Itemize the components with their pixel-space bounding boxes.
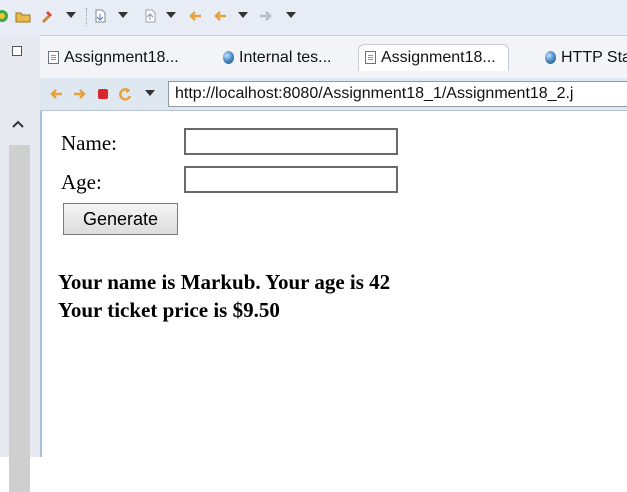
tab-http-status[interactable]: HTTP Sta: [545, 45, 627, 71]
browser-nav-bar: http://localhost:8080/Assignment18_1/Ass…: [40, 78, 627, 111]
browser-back-icon[interactable]: [48, 86, 64, 102]
toolbar-separator: [86, 8, 89, 26]
page-icon: [365, 51, 376, 64]
result-line-ticket-price: Your ticket price is $9.50: [58, 298, 280, 322]
left-side-pane: [0, 35, 40, 492]
tab-assignment18-active[interactable]: Assignment18...: [358, 44, 509, 71]
open-folder-icon[interactable]: [15, 8, 31, 24]
browser-stop-icon[interactable]: [95, 86, 111, 102]
age-label: Age:: [61, 170, 102, 194]
prev-annotation-icon[interactable]: [142, 8, 158, 24]
url-input[interactable]: http://localhost:8080/Assignment18_1/Ass…: [168, 81, 627, 107]
back-dropdown-icon[interactable]: [238, 12, 248, 18]
generate-button[interactable]: Generate: [63, 203, 178, 235]
vertical-scrollbar[interactable]: [9, 145, 30, 492]
browser-menu-dropdown-icon[interactable]: [145, 90, 155, 96]
browser-forward-icon[interactable]: [72, 86, 88, 102]
prev-annotation-dropdown-icon[interactable]: [166, 12, 176, 18]
next-annotation-icon[interactable]: [92, 8, 108, 24]
age-input[interactable]: [184, 166, 398, 193]
tab-label: Assignment18...: [64, 49, 179, 66]
name-input[interactable]: [184, 128, 398, 155]
page-icon: [48, 51, 59, 64]
result-line-name-age: Your name is Markub. Your age is 42: [58, 270, 391, 294]
tab-assignment18-a[interactable]: Assignment18...: [48, 45, 179, 71]
forward-arrow-icon[interactable]: [258, 8, 274, 24]
refresh-ball-icon[interactable]: [0, 8, 10, 24]
tab-label: HTTP Sta: [561, 49, 627, 66]
browser-refresh-icon[interactable]: [117, 86, 133, 102]
tab-label: Assignment18...: [381, 49, 496, 66]
main-toolbar: [0, 0, 627, 35]
name-label: Name:: [61, 131, 117, 155]
page-content: Name: Age: Generate Your name is Markub.…: [40, 111, 627, 457]
tab-internal-test[interactable]: Internal tes...: [223, 45, 332, 71]
last-edit-location-icon[interactable]: [187, 8, 203, 24]
run-dropdown-icon[interactable]: [66, 12, 76, 18]
run-tool-icon[interactable]: [39, 8, 55, 24]
forward-dropdown-icon[interactable]: [286, 12, 296, 18]
globe-icon: [545, 51, 556, 64]
scroll-up-icon[interactable]: [11, 117, 25, 131]
restore-view-icon[interactable]: [12, 46, 22, 56]
editor-tab-strip: Assignment18... Internal tes... Assignme…: [40, 35, 627, 79]
tab-label: Internal tes...: [239, 49, 332, 66]
next-annotation-dropdown-icon[interactable]: [118, 12, 128, 18]
globe-icon: [223, 51, 234, 64]
back-arrow-icon[interactable]: [212, 8, 228, 24]
